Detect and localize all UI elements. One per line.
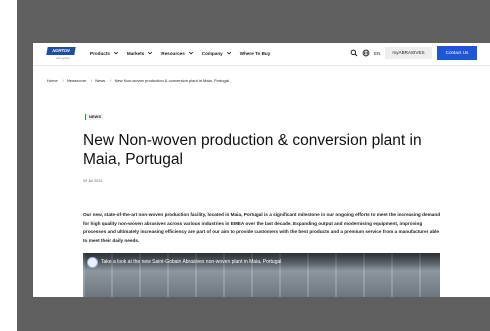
menu-label: Resources (161, 50, 185, 56)
menu-products[interactable]: Products (90, 50, 119, 56)
chevron-down-icon (188, 51, 193, 55)
header-tools: EN (350, 49, 380, 57)
menu-label: Products (90, 50, 110, 56)
contact-us-button[interactable]: Contact Us (437, 46, 477, 60)
breadcrumb-separator: / (62, 78, 64, 83)
article-body: Our new, state-of-the-art non-woven prod… (83, 212, 441, 243)
publish-date: 29 Jul 2021 (83, 179, 103, 183)
menu-markets[interactable]: Markets (127, 50, 153, 56)
menu-resources[interactable]: Resources (161, 50, 194, 56)
page-title: New Non-woven production & conversion pl… (83, 132, 422, 168)
globe-icon[interactable] (362, 49, 370, 57)
video-player[interactable]: Take a look at the new Saint-Gobain Abra… (83, 253, 440, 297)
browser-page: NORTON saint-gobain Products Markets Res… (33, 43, 490, 297)
menu-where-to-buy[interactable]: Where To Buy (240, 50, 271, 56)
search-icon[interactable] (350, 49, 358, 57)
top-navigation: NORTON saint-gobain Products Markets Res… (33, 43, 490, 66)
menu-label: Where To Buy (239, 50, 271, 56)
chevron-down-icon (226, 51, 231, 55)
breadcrumb-separator: / (91, 78, 93, 83)
breadcrumb: Home / Newsroom / News / New Non-woven prod… (47, 78, 231, 83)
language-label[interactable]: EN (374, 51, 380, 56)
my-abrasives-button[interactable]: myABRASIVES (385, 47, 432, 59)
main-menu: Products Markets Resources Company Where… (90, 50, 270, 56)
video-title[interactable]: Take a look at the new Saint-Gobain Abra… (101, 259, 281, 265)
breadcrumb-news[interactable]: News (95, 78, 105, 83)
menu-label: Company (201, 50, 223, 56)
chevron-down-icon (113, 51, 119, 55)
menu-company[interactable]: Company (202, 50, 232, 56)
logo-subtitle: saint-gobain (56, 57, 70, 60)
norton-logo[interactable]: NORTON (46, 47, 76, 55)
channel-avatar[interactable] (87, 257, 98, 268)
chevron-down-icon (148, 51, 153, 55)
breadcrumb-newsroom[interactable]: Newsroom (67, 78, 86, 83)
menu-label: Markets (126, 50, 145, 56)
breadcrumb-separator: / (110, 78, 112, 83)
breadcrumb-home[interactable]: Home (47, 78, 58, 83)
breadcrumb-current: New Non-woven production & conversion pl… (114, 78, 229, 83)
category-badge: NEWS (85, 114, 104, 120)
